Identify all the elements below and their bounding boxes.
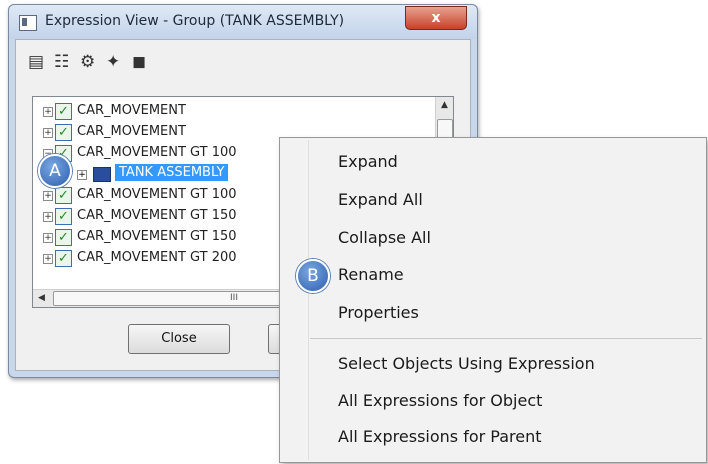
menu-item-expressions-for-object[interactable]: All Expressions for Object [338,391,542,410]
menu-item-expand-all[interactable]: Expand All [338,190,423,209]
menu-item-rename[interactable]: Rename [338,265,404,284]
branch-icon[interactable]: ✦ [106,52,120,72]
expand-icon[interactable]: + [43,212,53,222]
expand-icon[interactable]: + [43,107,53,117]
menu-item-select-objects[interactable]: Select Objects Using Expression [338,354,595,373]
checkbox[interactable]: ✓ [55,124,72,141]
menu-item-collapse-all[interactable]: Collapse All [338,228,431,247]
checkbox[interactable]: ✓ [55,103,72,120]
tree-row-label: CAR_MOVEMENT GT 200 [77,250,237,265]
tree-row-label: CAR_MOVEMENT GT 100 [77,145,237,160]
expand-icon[interactable]: + [43,233,53,243]
checkbox[interactable]: ✓ [55,208,72,225]
tree-row-label: CAR_MOVEMENT GT 150 [77,208,237,223]
close-button[interactable]: Close [128,324,230,354]
tree-row-label: CAR_MOVEMENT [77,124,186,139]
checkbox[interactable]: ✓ [55,250,72,267]
filter-icon[interactable]: ⚙ [80,52,95,72]
expand-icon[interactable]: + [43,191,53,201]
tree-row-label: TANK ASSEMBLY [115,164,229,181]
window-close-button[interactable]: x [405,6,467,30]
scroll-up-icon[interactable]: ▲ [436,97,453,114]
menu-item-expand[interactable]: Expand [338,152,398,171]
copy-icon[interactable]: ◼ [132,52,146,72]
window-title: Expression View - Group (TANK ASSEMBLY) [45,13,345,29]
menu-item-expressions-for-parent[interactable]: All Expressions for Parent [338,427,542,446]
properties-icon[interactable]: ▤ [28,52,44,72]
app-icon [19,15,37,31]
checkbox[interactable]: ✓ [55,229,72,246]
assembly-icon [93,167,111,182]
checkbox[interactable]: ✓ [55,187,72,204]
expand-icon[interactable]: + [77,170,87,180]
tree-row-label: CAR_MOVEMENT GT 100 [77,187,237,202]
expand-icon[interactable]: + [43,254,53,264]
callout-b-marker: B [296,259,330,293]
title-bar[interactable]: Expression View - Group (TANK ASSEMBLY) … [9,5,477,39]
menu-gutter [308,140,309,460]
tree-row-label: CAR_MOVEMENT [77,103,186,118]
callout-a-marker: A [38,154,72,188]
menu-item-properties[interactable]: Properties [338,303,419,322]
hierarchy-icon[interactable]: ☷ [54,52,69,72]
menu-separator [310,338,702,339]
context-menu: Expand Expand All Collapse All Rename Pr… [279,137,707,463]
expand-icon[interactable]: + [43,128,53,138]
scroll-left-icon[interactable]: ◀ [33,290,50,307]
tree-row-label: CAR_MOVEMENT GT 150 [77,229,237,244]
